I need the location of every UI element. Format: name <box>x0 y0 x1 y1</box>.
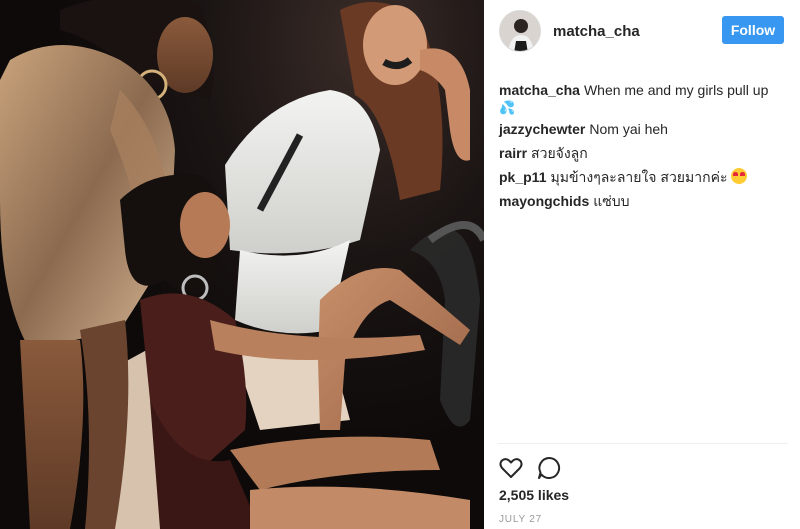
avatar[interactable] <box>499 10 541 52</box>
post-header: matcha_cha Follow <box>484 0 800 62</box>
comment-icon[interactable] <box>536 455 562 481</box>
comment-username[interactable]: jazzychewter <box>499 121 585 137</box>
caption-emoji: 💦 <box>499 100 516 115</box>
post-date: JULY 27 <box>499 514 543 525</box>
comment-text: มุมข้างๆละลายใจ สวยมากค่ะ <box>550 169 728 185</box>
likes-count[interactable]: 2,505 likes <box>499 487 569 503</box>
comment-item: pk_p11 มุมข้างๆละลายใจ สวยมากค่ะ <box>499 167 791 188</box>
comment-item: rairr สวยจังลูก <box>499 143 791 164</box>
action-bar <box>498 455 562 481</box>
comment-item: mayongchids แซ่บบ <box>499 191 791 212</box>
header-username[interactable]: matcha_cha <box>553 23 640 40</box>
comment-item: jazzychewter Nom yai heh <box>499 119 791 140</box>
comments-list: matcha_cha When me and my girls pull up 💦… <box>499 80 791 215</box>
heart-icon[interactable] <box>498 455 524 481</box>
avatar-icon <box>500 11 540 51</box>
heart-eyes-emoji-icon <box>731 168 748 184</box>
caption: matcha_cha When me and my girls pull up 💦 <box>499 80 791 115</box>
comment-username[interactable]: mayongchids <box>499 193 589 209</box>
caption-text: When me and my girls pull up <box>583 82 769 98</box>
caption-username[interactable]: matcha_cha <box>499 82 580 98</box>
photo-illustration <box>0 0 484 529</box>
comment-username[interactable]: rairr <box>499 145 527 161</box>
comment-text: Nom yai heh <box>589 121 668 137</box>
post-panel: matcha_cha Follow matcha_cha When me and … <box>484 0 800 529</box>
divider <box>498 443 788 444</box>
post-photo[interactable] <box>0 0 484 529</box>
follow-button[interactable]: Follow <box>722 16 784 44</box>
comment-username[interactable]: pk_p11 <box>499 169 546 185</box>
comment-text: สวยจังลูก <box>531 145 588 161</box>
comment-text: แซ่บบ <box>593 193 630 209</box>
